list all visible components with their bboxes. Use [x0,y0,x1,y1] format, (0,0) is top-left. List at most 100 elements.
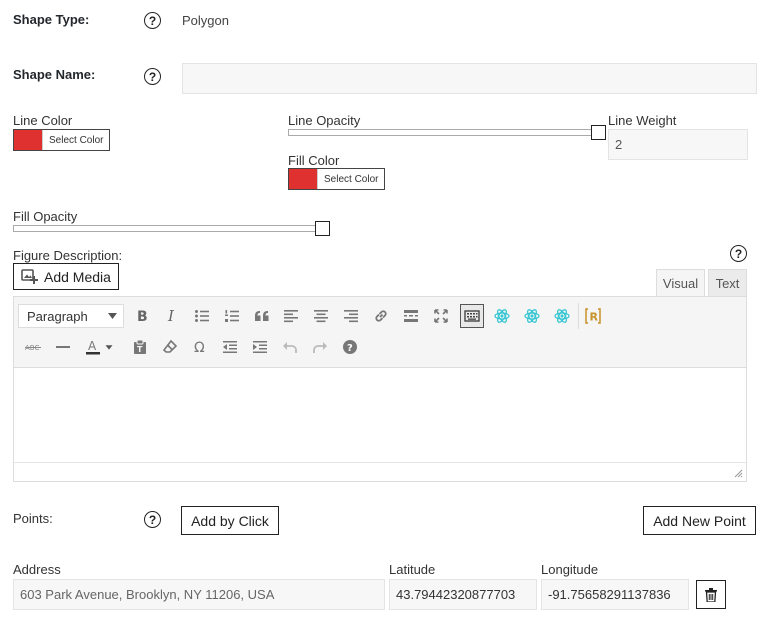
trash-icon [705,587,717,602]
svg-text:A: A [88,339,97,353]
fill-opacity-slider-handle[interactable] [314,221,330,236]
add-new-point-button[interactable]: Add New Point [643,506,756,535]
clipboard-icon: T [134,339,146,354]
blockquote-icon [255,311,269,321]
line-color-picker[interactable]: Select Color [13,129,111,151]
delete-point-button[interactable] [696,580,726,609]
redo-button[interactable] [309,336,331,358]
outdent-button[interactable] [219,336,241,358]
editor-status-bar [14,462,746,481]
points-help-icon[interactable]: ? [144,511,161,528]
help-circle-icon: ? [343,340,357,354]
outdent-icon [223,341,237,353]
line-opacity-slider-handle[interactable] [590,125,606,140]
shape-name-label: Shape Name: [13,67,96,82]
text-color-icon: A [86,339,100,355]
fill-color-label: Fill Color [288,153,340,168]
eraser-icon [162,339,178,353]
align-left-button[interactable] [280,305,302,327]
add-by-click-button[interactable]: Add by Click [181,506,279,535]
link-icon [375,310,387,322]
latitude-column-header: Latitude [389,562,436,577]
fill-opacity-label: Fill Opacity [13,209,78,224]
bold-button[interactable]: B [131,305,153,327]
points-label: Points: [13,511,53,526]
point-latitude-input[interactable] [389,579,537,610]
chevron-down-icon [108,313,117,319]
svg-text:B: B [137,309,148,324]
horizontal-line-button[interactable] [52,336,74,358]
special-character-button[interactable]: Ω [189,336,211,358]
line-color-select-button[interactable]: Select Color [42,130,109,150]
italic-icon: I [167,308,175,324]
redo-icon [313,342,327,353]
svg-text:R: R [590,311,599,324]
text-color-button[interactable]: A [82,336,104,358]
point-longitude-input[interactable] [541,579,689,610]
shape-name-input[interactable] [182,63,757,94]
line-weight-input[interactable] [608,129,748,160]
add-media-button[interactable]: Add Media [13,263,119,290]
tab-text[interactable]: Text [708,269,747,297]
align-right-button[interactable] [340,305,362,327]
line-color-label: Line Color [13,113,73,128]
fill-color-select-button[interactable]: Select Color [317,169,384,189]
omega-icon: Ω [194,340,205,355]
indent-button[interactable] [249,336,271,358]
fullscreen-icon [434,309,448,323]
figure-description-help-icon[interactable]: ? [730,245,747,262]
line-weight-label: Line Weight [608,113,677,128]
numbered-list-icon [225,310,239,322]
plugin-atom-button-1[interactable] [491,305,513,327]
align-center-icon [314,310,328,323]
italic-button[interactable]: I [161,305,183,327]
format-select[interactable]: Paragraph [18,304,124,328]
add-media-icon [21,268,38,284]
horizontal-line-icon [56,346,70,348]
align-right-icon [344,310,358,323]
numbered-list-button[interactable] [221,305,243,327]
strikethrough-button[interactable]: ABC [22,336,44,358]
plugin-atom-button-3[interactable] [551,305,573,327]
shape-name-help-icon[interactable]: ? [144,68,161,85]
figure-description-label: Figure Description: [13,248,123,263]
longitude-column-header: Longitude [541,562,599,577]
read-more-button[interactable] [400,305,422,327]
align-center-button[interactable] [310,305,332,327]
toolbar-toggle-button[interactable] [460,304,484,328]
line-color-swatch [14,130,42,150]
format-select-value: Paragraph [27,308,88,324]
toolbar-divider [578,303,579,329]
shape-type-help-icon[interactable]: ? [144,12,161,29]
atom-icon [494,309,510,323]
editor-content-area[interactable] [14,368,746,462]
svg-text:T: T [137,345,143,354]
bullet-list-button[interactable] [191,305,213,327]
strikethrough-icon: ABC [25,344,41,352]
svg-text:Ω: Ω [194,340,205,355]
fill-color-picker[interactable]: Select Color [288,168,386,190]
point-address-input[interactable] [13,579,385,610]
text-color-dropdown[interactable] [102,336,116,358]
line-opacity-slider-track[interactable] [288,129,598,136]
keyboard-shortcuts-button[interactable]: ? [339,336,361,358]
tab-visual[interactable]: Visual [656,269,705,297]
fill-opacity-slider-track[interactable] [13,225,322,232]
shape-type-label: Shape Type: [13,12,90,27]
paste-as-text-button[interactable]: T [129,336,151,358]
insert-link-button[interactable] [370,305,392,327]
description-editor: Paragraph B I R A T Ω ? [13,296,747,482]
resize-handle-icon[interactable] [733,468,743,478]
blockquote-button[interactable] [251,305,273,327]
fill-color-swatch [289,169,317,189]
plugin-r-button[interactable]: R [582,305,604,327]
undo-button[interactable] [279,336,301,358]
chevron-down-icon [105,345,113,350]
line-opacity-label: Line Opacity [288,113,361,128]
plugin-atom-button-2[interactable] [521,305,543,327]
fullscreen-button[interactable] [430,305,452,327]
atom-icon [554,309,570,323]
shape-type-value: Polygon [182,13,229,28]
svg-text:I: I [167,308,175,324]
clear-formatting-button[interactable] [159,336,181,358]
